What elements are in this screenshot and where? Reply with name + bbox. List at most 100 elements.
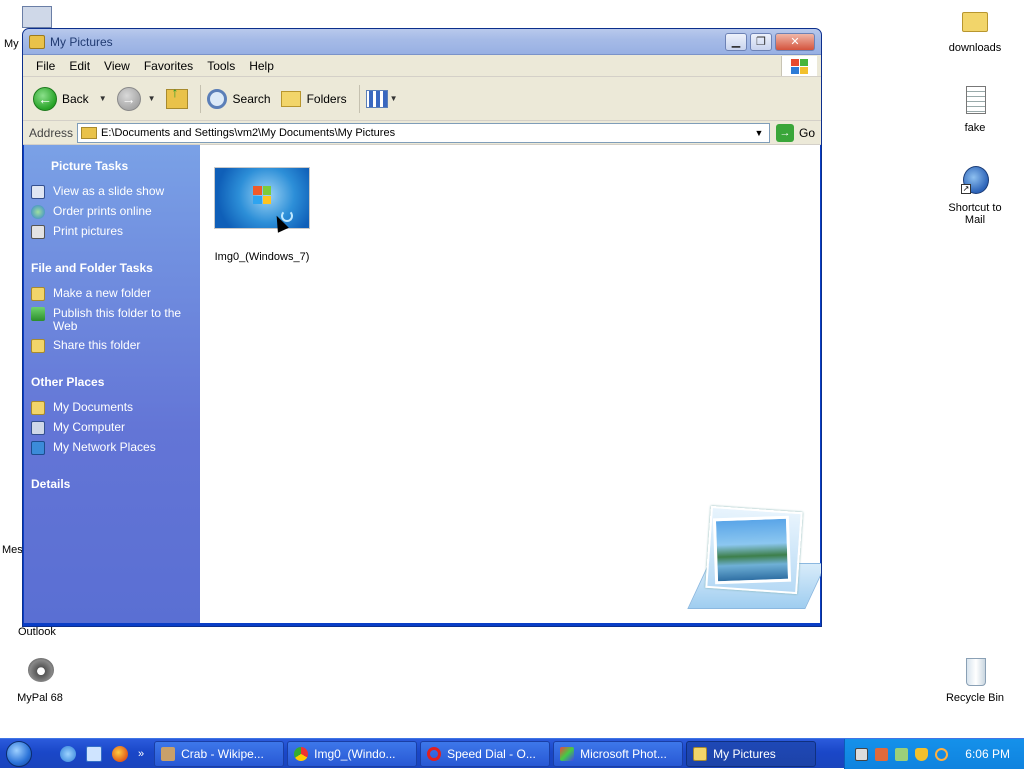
globe-icon — [31, 205, 45, 219]
address-label: Address — [29, 125, 74, 140]
address-input[interactable]: E:\Documents and Settings\vm2\My Documen… — [77, 122, 770, 143]
forward-button[interactable]: → ▼ — [116, 86, 156, 111]
other-places-heading[interactable]: Other Places — [31, 375, 200, 389]
file-view: Img0_(Windows_7) — [200, 145, 821, 623]
back-arrow-icon: ← — [33, 86, 57, 111]
toolbar: ← Back ▼ → ▼ ↑ Search Folders ▼ — [23, 77, 821, 121]
place-my-documents[interactable]: My Documents — [31, 401, 200, 415]
place-label: My Computer — [53, 420, 126, 434]
task-new-folder[interactable]: Make a new folder — [31, 287, 200, 301]
forward-arrow-icon: → — [116, 86, 141, 111]
title-bar[interactable]: My Pictures ▁ ❐ ✕ — [23, 29, 821, 55]
place-my-computer[interactable]: My Computer — [31, 421, 200, 435]
task-publish-web[interactable]: Publish this folder to the Web — [31, 307, 200, 333]
start-button[interactable] — [0, 739, 38, 769]
crab-icon — [161, 746, 176, 761]
folder-icon — [81, 126, 98, 139]
folders-button[interactable]: Folders — [280, 90, 347, 107]
minimize-button[interactable]: ▁ — [725, 32, 747, 51]
clock[interactable]: 6:06 PM — [965, 747, 1010, 761]
picture-tasks-heading[interactable]: Picture Tasks — [31, 159, 200, 173]
system-tray: 6:06 PM — [844, 739, 1024, 769]
keyboard-icon[interactable] — [855, 747, 868, 761]
menu-favorites[interactable]: Favorites — [137, 59, 200, 73]
maximize-button[interactable]: ❐ — [750, 32, 772, 51]
chrome-icon — [294, 746, 309, 761]
photo-editor-icon — [560, 746, 575, 761]
quick-launch: » — [38, 745, 154, 762]
toolbar-separator — [358, 84, 360, 113]
close-button[interactable]: ✕ — [775, 32, 815, 51]
task-label: Img0_(Windo... — [314, 746, 396, 761]
menu-tools[interactable]: Tools — [200, 59, 242, 73]
task-label: View as a slide show — [53, 184, 165, 198]
go-arrow-icon: → — [775, 123, 794, 142]
chevron-more-icon[interactable]: » — [138, 748, 144, 760]
new-folder-icon — [31, 287, 45, 301]
publish-web-icon — [31, 307, 45, 321]
task-label: Order prints online — [53, 204, 152, 218]
task-label: Share this folder — [53, 338, 141, 352]
views-button[interactable]: ▼ — [365, 89, 398, 108]
recycle-bin-icon — [959, 656, 991, 688]
chevron-down-icon[interactable]: ▼ — [99, 94, 107, 103]
file-folder-tasks-heading[interactable]: File and Folder Tasks — [31, 261, 200, 275]
search-icon[interactable] — [935, 747, 948, 761]
file-label[interactable]: Img0_(Windows_7) — [204, 251, 320, 263]
safely-remove-icon[interactable] — [895, 747, 908, 761]
up-folder-button[interactable]: ↑ — [165, 84, 188, 109]
menu-help[interactable]: Help — [242, 59, 281, 73]
desktop-icon-mypal[interactable]: MyPal 68 — [0, 656, 80, 704]
task-label: Microsoft Phot... — [580, 746, 667, 761]
desktop-icon-shortcut-to-mail[interactable]: ↗ Shortcut to Mail — [935, 166, 1015, 226]
task-label: Print pictures — [53, 224, 124, 238]
firefox-icon[interactable] — [112, 745, 128, 762]
my-computer-desktop-icon[interactable] — [22, 6, 52, 28]
address-dropdown-button[interactable]: ▼ — [751, 125, 767, 141]
windows-logo-icon — [781, 56, 817, 76]
chevron-down-icon: ▼ — [389, 94, 398, 103]
task-order-prints[interactable]: Order prints online — [31, 205, 200, 219]
search-icon — [206, 88, 227, 109]
menu-file[interactable]: File — [29, 59, 62, 73]
slideshow-icon — [31, 185, 45, 199]
windows-logo-icon — [253, 186, 271, 204]
network-places-icon — [31, 441, 45, 455]
desktop-label-partial-mes: Mes — [2, 544, 23, 556]
file-thumbnail[interactable] — [214, 167, 310, 229]
file-folder-tasks-panel: File and Folder Tasks Make a new folder … — [31, 261, 200, 353]
search-button[interactable]: Search — [206, 88, 271, 109]
menu-view[interactable]: View — [97, 59, 137, 73]
mail-shortcut-icon: ↗ — [959, 166, 991, 198]
internet-explorer-icon[interactable] — [60, 745, 76, 762]
details-heading[interactable]: Details — [31, 477, 200, 491]
task-img0-chrome[interactable]: Img0_(Windo... — [287, 740, 418, 767]
go-button[interactable]: → Go — [775, 123, 815, 142]
back-button[interactable]: ← Back ▼ — [33, 86, 107, 111]
explorer-window: My Pictures ▁ ❐ ✕ File Edit View Favorit… — [22, 28, 822, 627]
task-speed-dial-opera[interactable]: Speed Dial - O... — [420, 740, 551, 767]
picture-tasks-panel: Picture Tasks View as a slide show Order… — [31, 159, 200, 239]
printer-icon — [31, 225, 45, 239]
desktop-icon-downloads[interactable]: downloads — [935, 6, 1015, 54]
task-label: Crab - Wikipe... — [181, 746, 264, 761]
task-crab-wikipedia[interactable]: Crab - Wikipe... — [154, 740, 285, 767]
task-view-slideshow[interactable]: View as a slide show — [31, 185, 200, 199]
chevron-down-icon[interactable]: ▼ — [148, 94, 156, 103]
security-shield-icon[interactable] — [915, 747, 928, 761]
my-pictures-watermark-icon — [680, 503, 821, 623]
task-my-pictures[interactable]: My Pictures — [686, 740, 817, 767]
desktop-icon-fake[interactable]: fake — [935, 86, 1015, 134]
task-share-folder[interactable]: Share this folder — [31, 339, 200, 353]
menu-edit[interactable]: Edit — [62, 59, 97, 73]
outlook-icon[interactable] — [86, 745, 102, 762]
network-tool-icon[interactable] — [875, 747, 888, 761]
place-my-network[interactable]: My Network Places — [31, 441, 200, 455]
search-label: Search — [232, 91, 271, 106]
toolbar-separator — [199, 84, 201, 113]
task-microsoft-photo[interactable]: Microsoft Phot... — [553, 740, 684, 767]
task-label: My Pictures — [713, 746, 776, 761]
taskbar: » Crab - Wikipe... Img0_(Windo... Speed … — [0, 738, 1024, 769]
desktop-icon-recycle-bin[interactable]: Recycle Bin — [935, 656, 1015, 704]
task-print-pictures[interactable]: Print pictures — [31, 225, 200, 239]
